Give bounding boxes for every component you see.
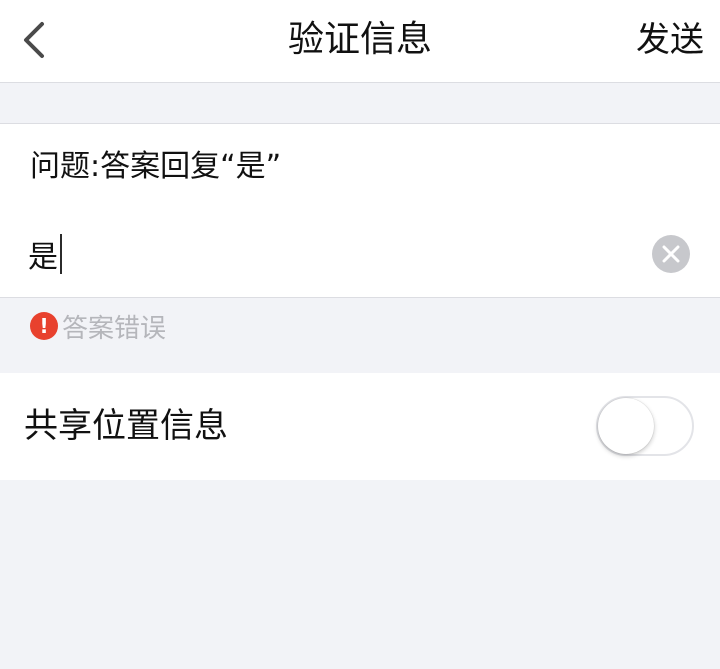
page-title: 验证信息 [287, 19, 432, 60]
send-button[interactable]: 发送 [636, 0, 704, 80]
text-caret [60, 234, 62, 274]
error-text: 答案错误 [62, 313, 167, 344]
alert-circle-icon: ! [30, 312, 58, 340]
clear-button[interactable] [652, 235, 690, 273]
toggle-knob [598, 398, 654, 454]
answer-row [0, 211, 720, 298]
answer-input[interactable] [28, 211, 628, 297]
error-message: ! 答案错误 [30, 311, 166, 344]
share-location-label: 共享位置信息 [24, 406, 228, 446]
question-row: 问题:答案回复“是” [0, 123, 720, 212]
navigation-bar: 验证信息 发送 [0, 0, 720, 83]
question-text: 问题:答案回复“是” [30, 149, 282, 184]
clear-icon [662, 245, 680, 263]
share-location-toggle[interactable] [596, 396, 694, 456]
